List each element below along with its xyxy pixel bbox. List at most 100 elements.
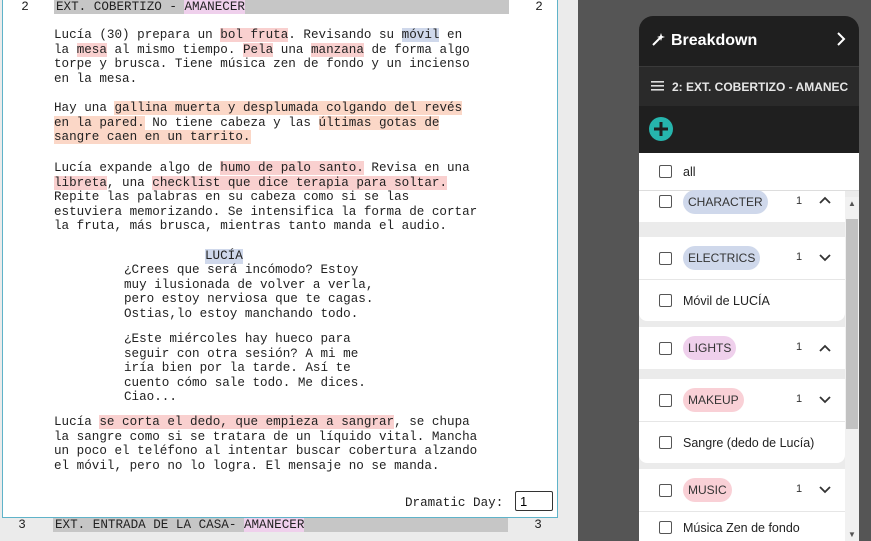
plus-icon (654, 122, 668, 136)
chevron-down-icon[interactable] (818, 393, 832, 407)
scene-heading-time: AMANECER (184, 0, 245, 14)
text-span: Revisa en una (363, 161, 470, 175)
tagged-element[interactable]: bol fruta (220, 28, 289, 42)
action-paragraph[interactable]: Lucía se corta el dedo, que empieza a sa… (54, 415, 514, 473)
category-pill: CHARACTER (683, 190, 768, 214)
category-pill: ELECTRICS (683, 246, 761, 270)
category-checkbox[interactable] (659, 251, 672, 265)
breakdown-header: Breakdown (639, 16, 859, 66)
category-checkbox[interactable] (659, 483, 672, 497)
category-count: 1 (796, 483, 803, 495)
text-span: la (54, 42, 77, 57)
hamburger-menu-icon[interactable] (651, 79, 664, 94)
category-row-character[interactable]: CHARACTER 1 (639, 190, 845, 222)
scene-heading-location: EXT. ENTRADA DE LA CASA- (55, 518, 244, 532)
text-span: No tiene cabeza y las (144, 115, 319, 130)
chevron-up-icon[interactable] (818, 341, 832, 355)
magic-wand-icon (651, 32, 665, 50)
scene-heading-location: EXT. COBERTIZO - (56, 0, 185, 14)
category-pill: MUSIC (683, 478, 732, 502)
list-scrollbar[interactable]: ▲ ▼ (845, 197, 859, 541)
tagged-element[interactable]: Pela (242, 42, 274, 57)
text-span: la fruta, más brusca, mientras tanto man… (54, 219, 447, 234)
breakdown-item-label: Móvil de LUCÍA (683, 293, 770, 308)
scene-number-right: 2 (535, 0, 543, 14)
breakdown-item-row[interactable]: Sangre (dedo de Lucía) (639, 421, 845, 463)
text-span: en la mesa. (54, 71, 138, 86)
item-checkbox[interactable] (659, 294, 672, 307)
action-paragraph[interactable]: Lucía expande algo de humo de palo santo… (54, 161, 514, 234)
scene-heading[interactable]: EXT. COBERTIZO - AMANECER (54, 0, 509, 14)
scene-number-right: 3 (534, 518, 542, 532)
text-span: al mismo tiempo. (106, 42, 243, 57)
category-row-makeup[interactable]: MAKEUP 1 (639, 379, 845, 421)
scene-number-left: 3 (18, 518, 26, 532)
scene-selector[interactable]: 2: EXT. COBERTIZO - AMANEC (639, 66, 859, 106)
text-span: Lucía (30) prepara un (54, 28, 221, 42)
text-span: en (439, 28, 463, 42)
breakdown-item-row[interactable]: Música Zen de fondo (639, 511, 845, 541)
scroll-up-icon[interactable]: ▲ (848, 199, 856, 208)
text-span: estuviera memorizando. Se intensifica la… (54, 204, 478, 219)
scroll-down-icon[interactable]: ▼ (848, 530, 856, 539)
category-count: 1 (796, 195, 803, 207)
text-span: Lucía expande algo de (54, 161, 221, 175)
tagged-element[interactable]: gallina muerta y desplumada colgando del… (114, 101, 463, 115)
add-element-button[interactable] (649, 117, 673, 141)
category-pill: MAKEUP (683, 388, 744, 412)
dialogue-block[interactable]: ¿Crees que será incómodo? Estoy muy ilus… (124, 263, 373, 321)
select-all-row[interactable]: all (639, 153, 859, 191)
text-span: la sangre como si se tratara de un líqui… (54, 429, 478, 444)
chevron-down-icon[interactable] (818, 251, 832, 265)
text-span: torpe y brusca. Tiene música zen de fond… (54, 57, 470, 72)
category-checkbox[interactable] (659, 393, 672, 407)
tagged-element[interactable]: últimas gotas de (318, 115, 440, 130)
tagged-element[interactable]: se corta el dedo, que empieza a sangrar (99, 415, 395, 429)
scene-heading[interactable]: EXT. ENTRADA DE LA CASA- AMANECER (53, 518, 508, 532)
dramatic-day-label: Dramatic Day: (405, 496, 504, 510)
item-checkbox[interactable] (659, 521, 672, 534)
chevron-down-icon[interactable] (818, 483, 832, 497)
tagged-element[interactable]: móvil (401, 28, 440, 42)
character-name[interactable]: LUCÍA (205, 249, 243, 264)
item-checkbox[interactable] (659, 436, 672, 449)
dramatic-day-input[interactable]: 1 (515, 491, 553, 511)
text-span: Hay una (54, 101, 115, 115)
tagged-element[interactable]: en la pared. (54, 115, 145, 130)
tagged-element[interactable]: manzana (311, 42, 364, 57)
select-all-label: all (683, 164, 696, 179)
text-span: el móvil, pero no lo logra. El mensaje n… (54, 458, 440, 473)
tagged-element[interactable]: sangre caen en un tarrito. (54, 130, 251, 145)
category-count: 1 (796, 393, 803, 405)
select-all-checkbox[interactable] (659, 165, 672, 178)
add-row (639, 106, 859, 152)
category-list: all CHARACTER 1 ELECTRICS 1 Móvil de LUC… (639, 153, 859, 541)
scrollbar-thumb[interactable] (846, 219, 858, 429)
tagged-element[interactable]: checklist que dice terapia para soltar. (152, 175, 448, 190)
chevron-up-icon[interactable] (818, 193, 832, 207)
category-row-music[interactable]: MUSIC 1 (639, 469, 845, 511)
category-count: 1 (796, 341, 803, 353)
breakdown-item-row[interactable]: Móvil de LUCÍA (639, 279, 845, 321)
text-span: de forma algo (363, 42, 470, 57)
category-checkbox[interactable] (659, 195, 672, 208)
scene-number-left: 2 (21, 0, 29, 14)
scene-selector-label: 2: EXT. COBERTIZO - AMANEC (672, 79, 849, 94)
scene-heading-time: AMANECER (243, 518, 305, 532)
category-count: 1 (796, 251, 803, 263)
text-span: una (273, 42, 311, 57)
action-paragraph[interactable]: Hay una gallina muerta y desplumada colg… (54, 101, 514, 145)
breakdown-panel: Breakdown 2: EXT. COBERTIZO - AMANEC all… (639, 16, 859, 541)
action-paragraph[interactable]: Lucía (30) prepara un bol fruta. Revisan… (54, 28, 514, 86)
text-span: un poco el teléfono al intentar buscar c… (54, 444, 478, 459)
script-page: 2 EXT. COBERTIZO - AMANECER 2 Lucía (30)… (2, 0, 558, 518)
tagged-element[interactable]: libreta (54, 175, 107, 190)
text-span: Lucía (54, 415, 100, 429)
tagged-element[interactable]: humo de palo santo. (220, 161, 364, 175)
tagged-element[interactable]: mesa (76, 42, 107, 57)
dialogue-block[interactable]: ¿Este miércoles hay hueco para seguir co… (124, 332, 366, 405)
category-row-electrics[interactable]: ELECTRICS 1 (639, 237, 845, 279)
category-checkbox[interactable] (659, 341, 672, 355)
category-row-lights[interactable]: LIGHTS 1 (639, 327, 845, 369)
chevron-right-icon[interactable] (835, 29, 847, 52)
